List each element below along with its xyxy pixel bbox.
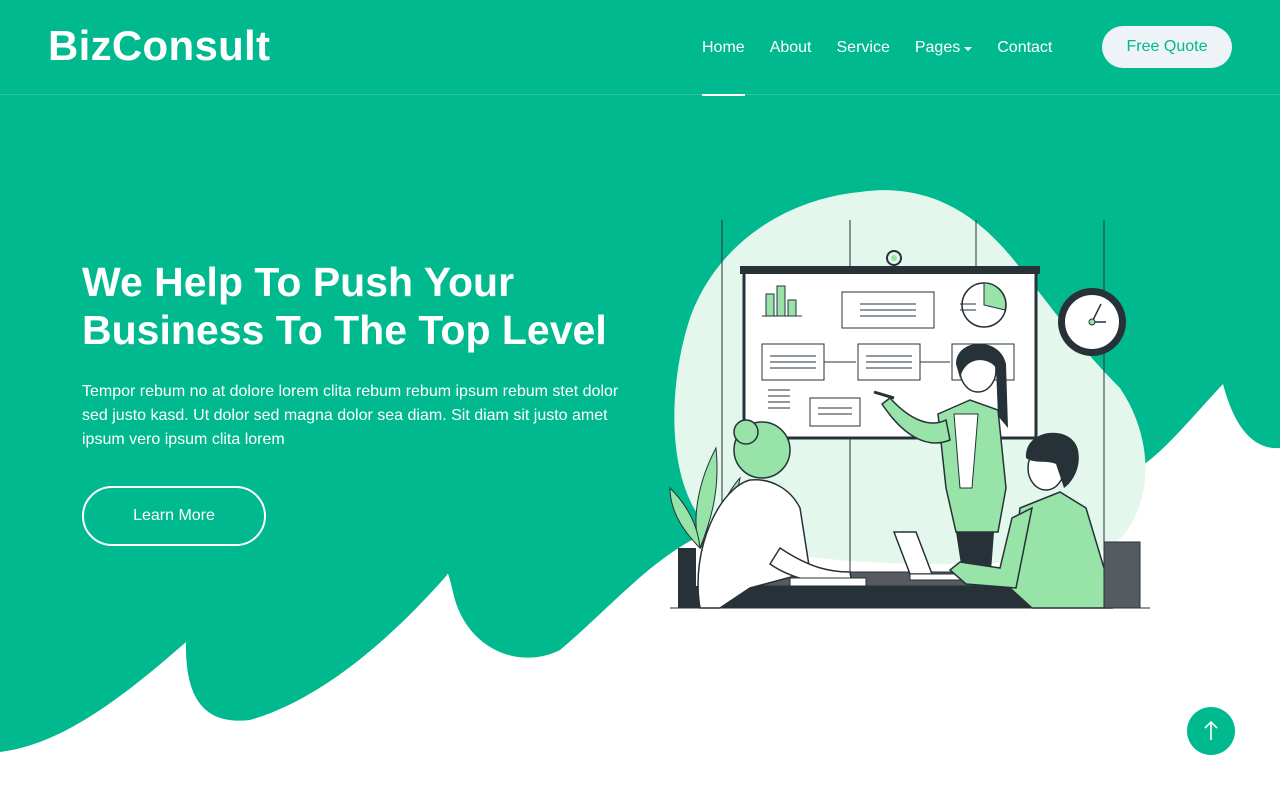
brand-logo[interactable]: BizConsult [48,22,270,70]
nav-pages-dropdown[interactable]: Pages [914,0,973,95]
caret-down-icon [964,46,973,51]
nav-menu: Home About Service Pages Contact [702,0,1077,96]
nav-home[interactable]: Home [702,0,745,96]
hero-title-line-1: We Help To Push Your [82,259,515,305]
hero-description: Tempor rebum no at dolore lorem clita re… [82,383,619,448]
nav-about[interactable]: About [770,0,812,95]
arrow-up-icon [1204,720,1218,740]
free-quote-button[interactable]: Free Quote [1102,26,1232,68]
hero-title-line-2: Business To The Top Level [82,307,607,353]
hero-title: We Help To Push Your Business To The Top… [82,258,642,354]
nav-service[interactable]: Service [837,0,890,95]
hero-content: We Help To Push Your Business To The Top… [82,258,642,546]
learn-more-button[interactable]: Learn More [82,486,266,546]
nav-pages-label: Pages [914,38,961,56]
navbar: BizConsult Home About Service Pages Cont… [0,0,1280,96]
back-to-top-button[interactable] [1187,707,1235,755]
nav-contact[interactable]: Contact [997,0,1052,95]
team-meeting-illustration [669,190,1150,609]
